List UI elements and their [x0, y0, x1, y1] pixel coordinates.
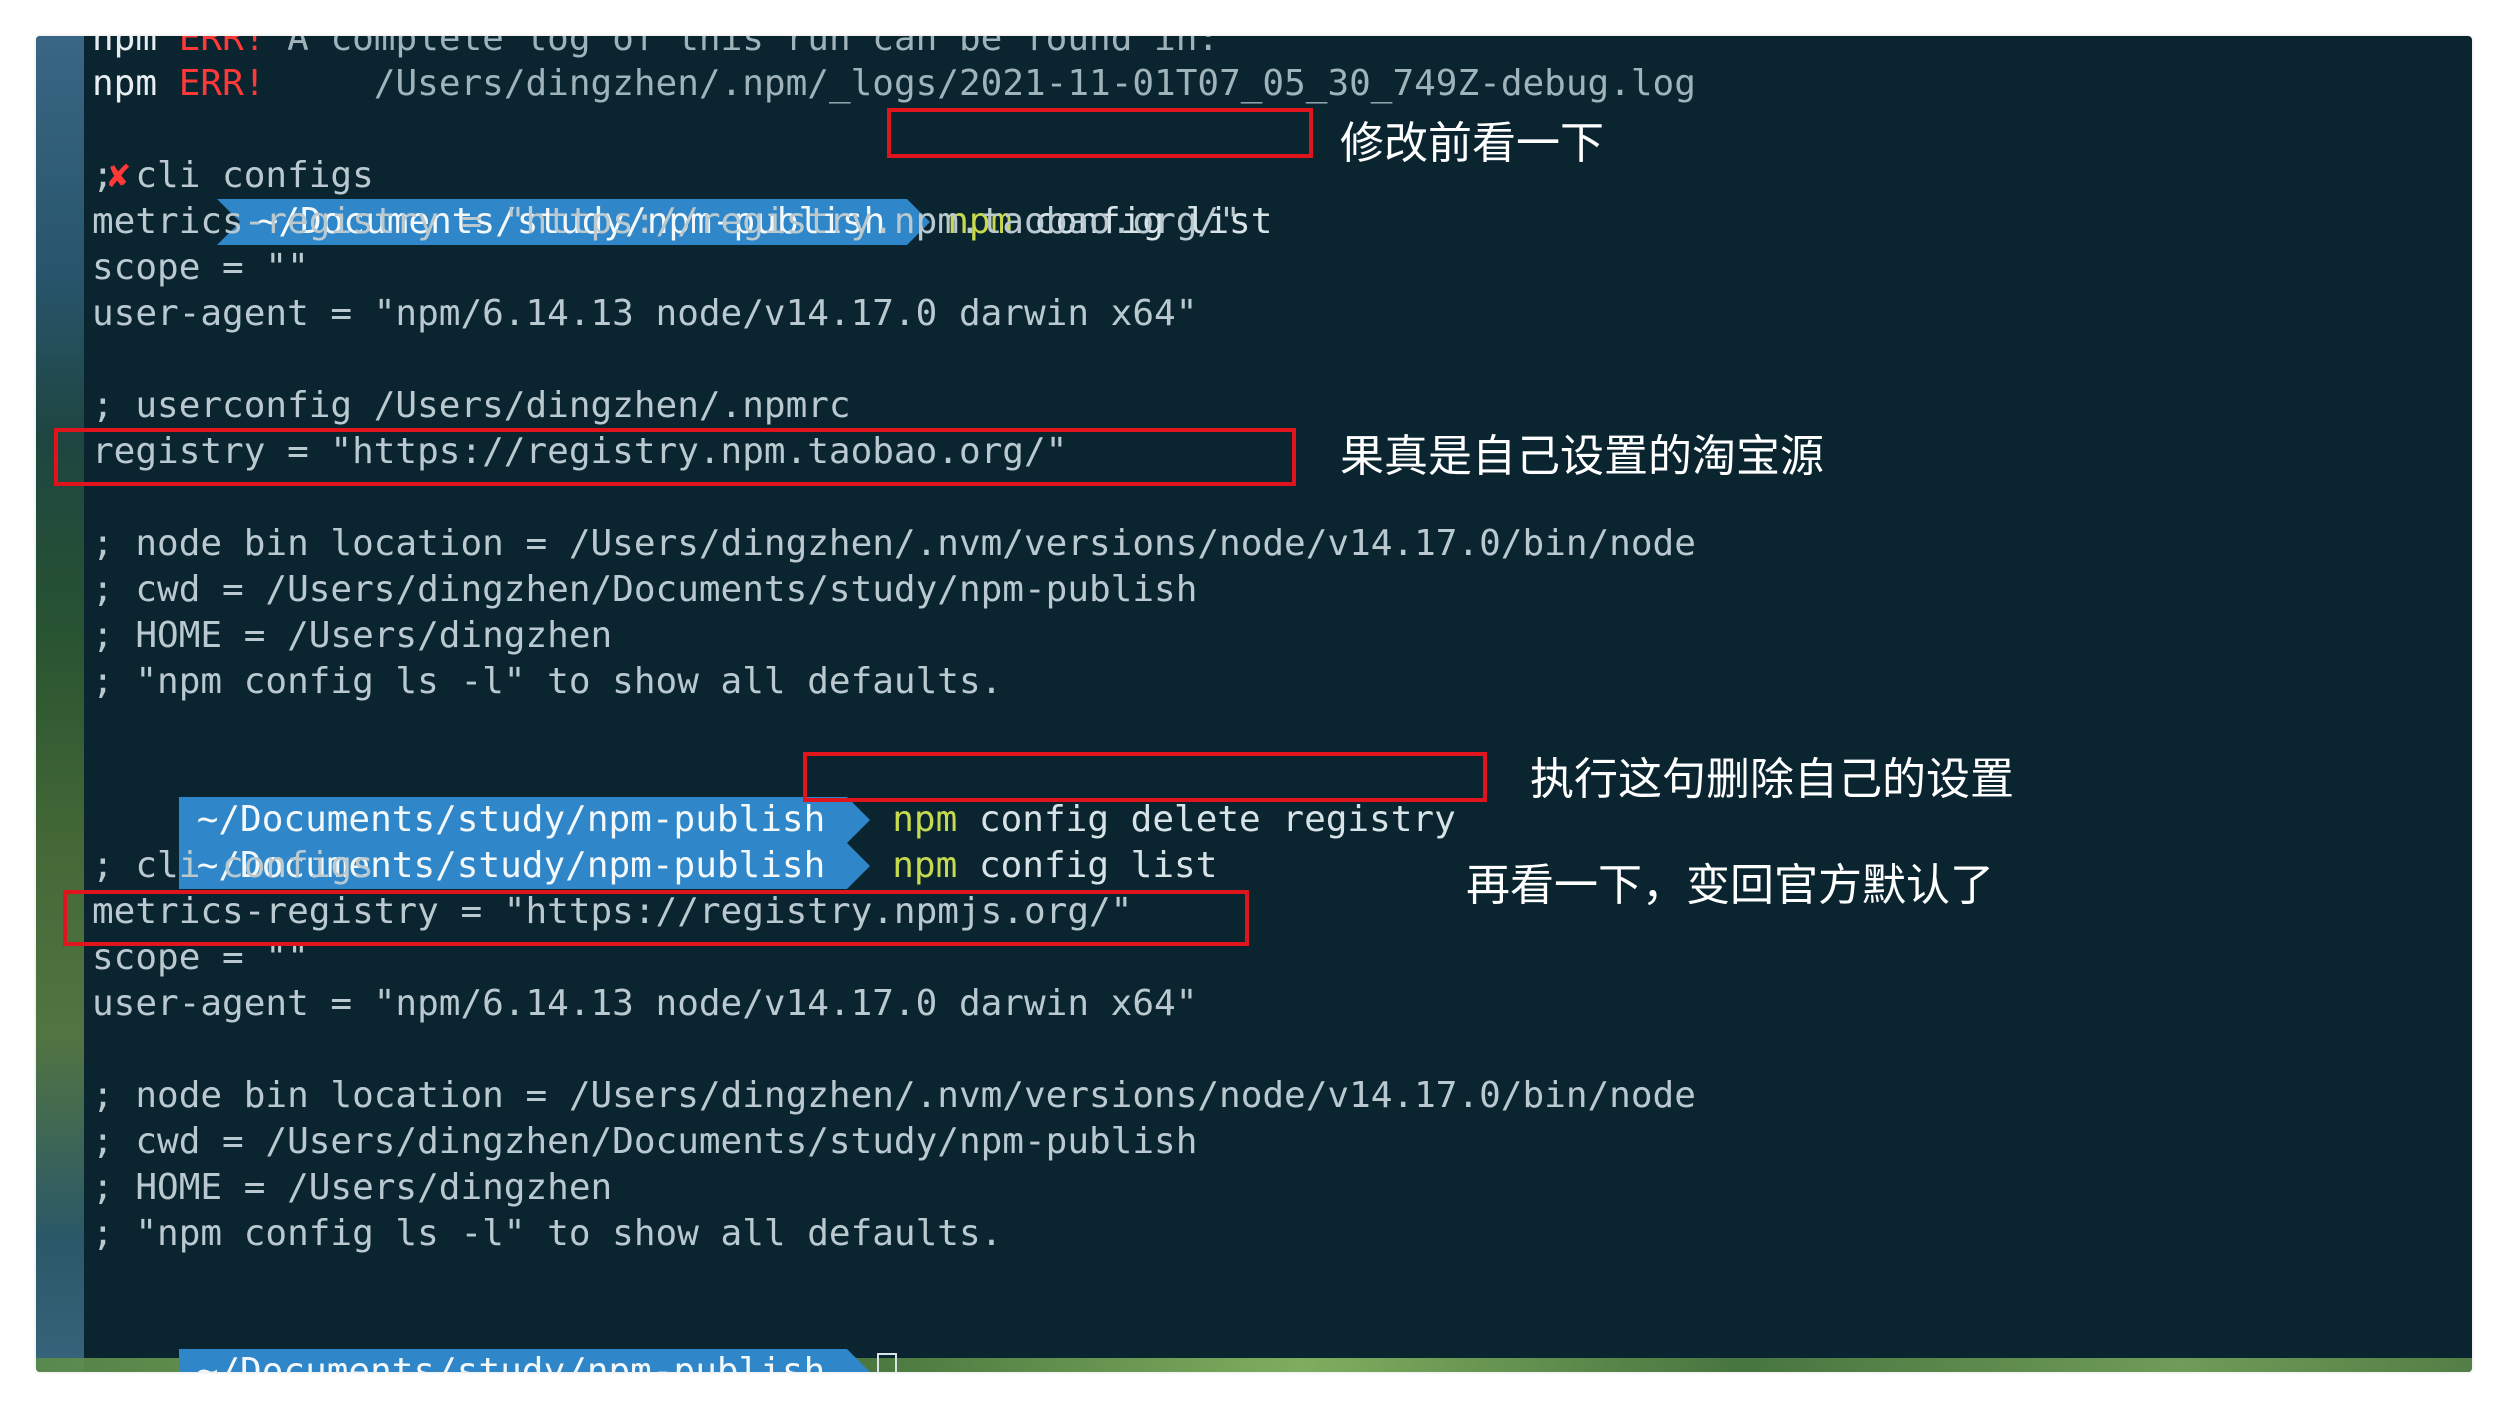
- output-line: ; HOME = /Users/dingzhen: [92, 1167, 613, 1208]
- prompt-line: ~/Documents/study/npm-publish npm config …: [92, 797, 1217, 889]
- annotation-delete-setting: 执行这句删除自己的设置: [1530, 754, 2014, 805]
- prompt-line-active[interactable]: ~/Documents/study/npm-publish: [92, 1303, 898, 1372]
- highlight-box-metrics-registry: [63, 890, 1249, 946]
- output-line: ; "npm config ls -l" to show all default…: [92, 661, 1003, 702]
- err-label: ERR!: [178, 36, 266, 59]
- output-line: ; userconfig /Users/dingzhen/.npmrc: [92, 385, 851, 426]
- output-line: scope = "": [92, 247, 309, 288]
- output-line: user-agent = "npm/6.14.13 node/v14.17.0 …: [92, 983, 1198, 1024]
- prompt-path: ~/Documents/study/npm-publish: [178, 1349, 870, 1372]
- npm-label: npm: [92, 63, 158, 104]
- terminal-cursor[interactable]: [877, 1353, 898, 1372]
- annotation-back-to-default: 再看一下，变回官方默认了: [1466, 860, 1994, 911]
- npm-command-keyword: npm: [892, 845, 958, 886]
- desktop-wallpaper-strip: [36, 36, 84, 1372]
- err-label: ERR!: [178, 63, 266, 104]
- error-text: A complete log of this run can be found …: [265, 36, 1220, 59]
- output-line: ; cwd = /Users/dingzhen/Documents/study/…: [92, 1121, 1198, 1162]
- output-line: ; node bin location = /Users/dingzhen/.n…: [92, 1075, 1696, 1116]
- npm-label: npm: [92, 36, 158, 59]
- command-text: config list: [957, 845, 1218, 886]
- highlight-box-delete-registry: [803, 752, 1487, 802]
- output-line: ; HOME = /Users/dingzhen: [92, 615, 613, 656]
- highlight-box-config-list: [887, 108, 1313, 158]
- output-line: ; "npm config ls -l" to show all default…: [92, 1213, 1003, 1254]
- annotation-taobao-source: 果真是自己设置的淘宝源: [1340, 431, 1824, 482]
- output-line: ; cli configs: [92, 845, 374, 886]
- output-line: ; cwd = /Users/dingzhen/Documents/study/…: [92, 569, 1198, 610]
- output-line: ; node bin location = /Users/dingzhen/.n…: [92, 523, 1696, 564]
- highlight-box-registry: [54, 428, 1296, 486]
- output-line: user-agent = "npm/6.14.13 node/v14.17.0 …: [92, 293, 1198, 334]
- error-log-path: /Users/dingzhen/.npm/_logs/2021-11-01T07…: [265, 63, 1696, 104]
- terminal-line: npm ERR! /Users/dingzhen/.npm/_logs/2021…: [92, 61, 1696, 107]
- terminal-line: npm ERR! A complete log of this run can …: [92, 36, 1219, 62]
- terminal-window: npm ERR! A complete log of this run can …: [36, 36, 2472, 1372]
- annotation-before-check: 修改前看一下: [1340, 118, 1604, 169]
- output-line: ; cli configs: [92, 155, 374, 196]
- output-line: metrics-registry = "https://registry.npm…: [92, 201, 1241, 242]
